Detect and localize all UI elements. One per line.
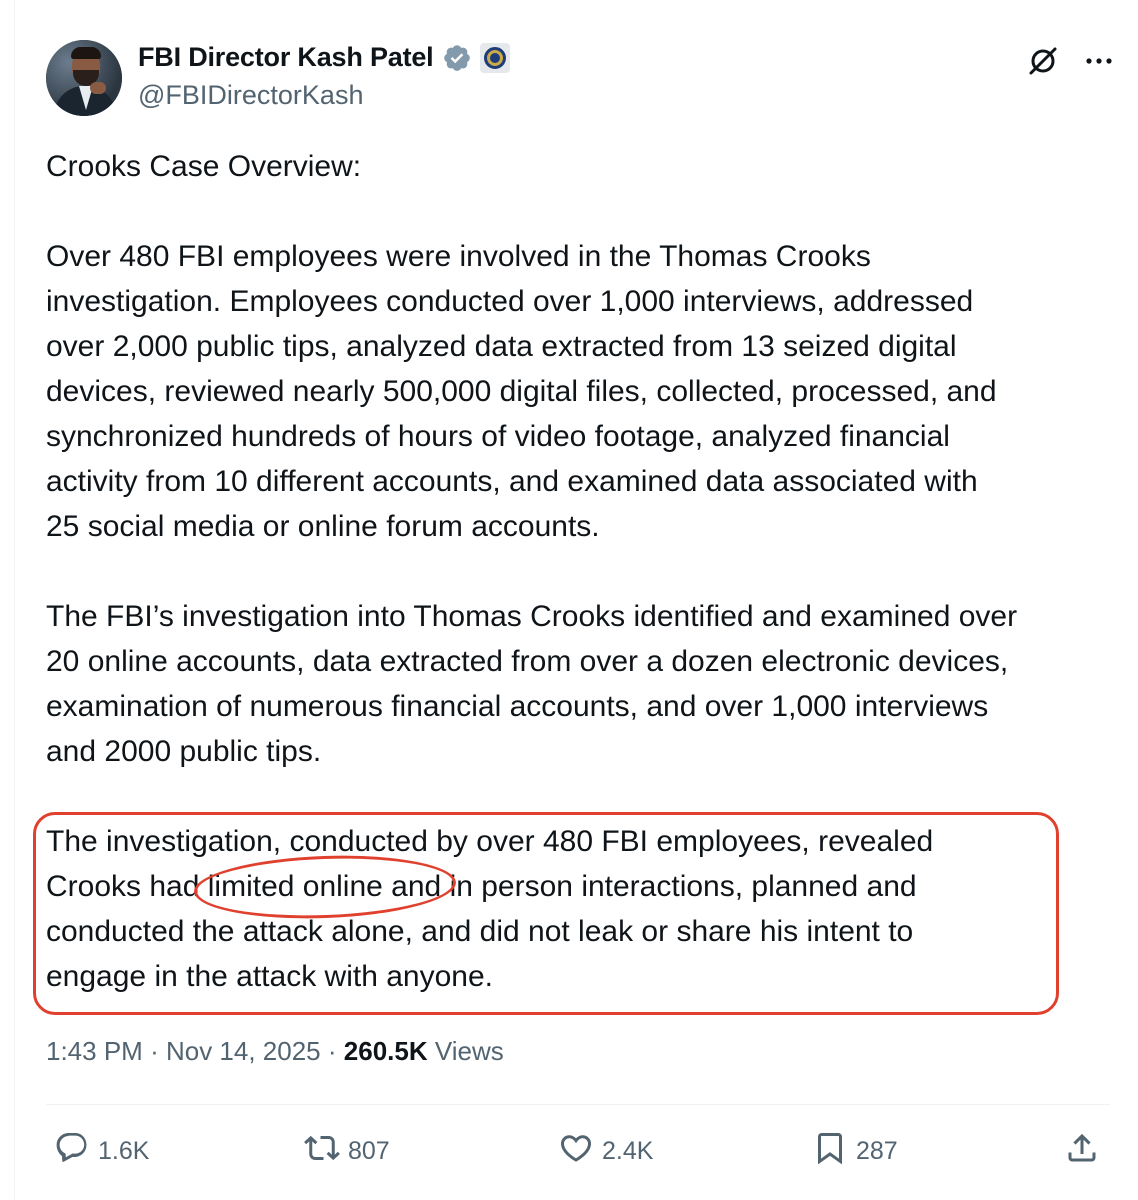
like-count: 2.4K [602, 1136, 654, 1165]
name-row: FBI Director Kash Patel [138, 42, 510, 73]
heart-icon [558, 1130, 594, 1173]
actions-divider [46, 1104, 1110, 1105]
author-handle[interactable]: @FBIDirectorKash [138, 80, 363, 111]
author-display-name[interactable]: FBI Director Kash Patel [138, 42, 434, 73]
views-label: Views [434, 1036, 504, 1066]
post-header: FBI Director Kash Patel @FBIDirectorKash [46, 40, 1116, 120]
share-button[interactable] [1064, 1126, 1100, 1176]
grok-icon[interactable] [1026, 44, 1060, 78]
author-avatar[interactable] [46, 40, 122, 116]
post-date[interactable]: Nov 14, 2025 [166, 1036, 321, 1066]
post-body: Crooks Case Overview: Over 480 FBI emplo… [46, 144, 1116, 999]
meta-separator: · [150, 1036, 159, 1066]
action-bar: 1.6K 807 2.4K 287 [46, 1126, 1110, 1176]
repost-button[interactable]: 807 [304, 1126, 390, 1176]
timeline-border [14, 0, 15, 1200]
reply-icon [54, 1130, 90, 1173]
repost-icon [304, 1130, 340, 1173]
post-time[interactable]: 1:43 PM [46, 1036, 143, 1066]
bookmark-icon [812, 1130, 848, 1173]
post-title-line: Crooks Case Overview: [46, 150, 362, 183]
post-meta: 1:43 PM · Nov 14, 2025 · 260.5K Views [46, 1036, 504, 1067]
bookmark-button[interactable]: 287 [812, 1126, 898, 1176]
meta-separator: · [327, 1036, 337, 1066]
post-paragraph-3: The investigation, conducted by over 480… [46, 825, 934, 993]
like-button[interactable]: 2.4K [558, 1126, 653, 1176]
verified-badge-icon[interactable] [442, 43, 472, 73]
post-paragraph-1: Over 480 FBI employees were involved in … [46, 240, 997, 543]
bookmark-count: 287 [856, 1136, 898, 1165]
fbi-seal-icon[interactable] [479, 42, 510, 73]
reply-count: 1.6K [98, 1136, 150, 1165]
post-paragraph-2: The FBI’s investigation into Thomas Croo… [46, 600, 1018, 768]
share-icon [1064, 1130, 1100, 1173]
views-count: 260.5K [343, 1036, 428, 1066]
repost-count: 807 [348, 1136, 390, 1165]
more-icon[interactable] [1082, 48, 1116, 74]
reply-button[interactable]: 1.6K [54, 1126, 149, 1176]
